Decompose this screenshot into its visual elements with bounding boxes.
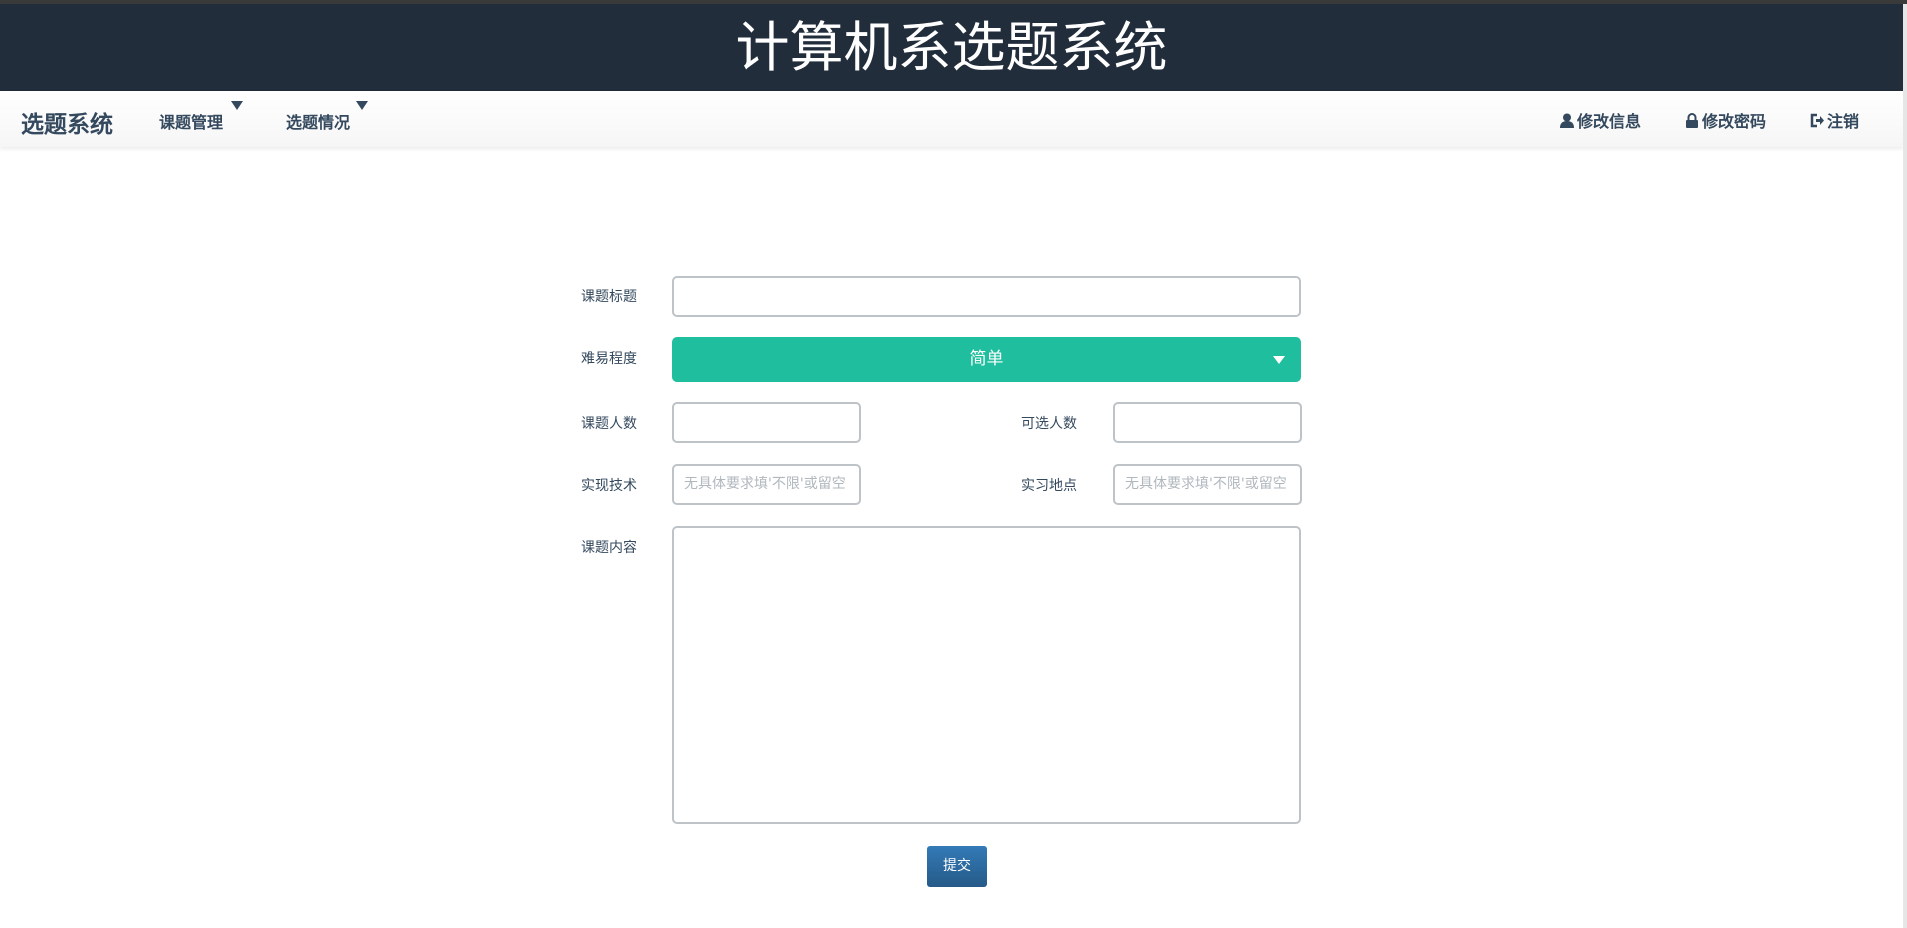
caret-down-icon <box>356 101 368 110</box>
edit-info-link[interactable]: 修改信息 <box>1560 108 1641 132</box>
technology-input[interactable]: 无具体要求填'不限'或留空 <box>672 464 861 505</box>
location-input[interactable]: 无具体要求填'不限'或留空 <box>1113 464 1302 505</box>
difficulty-select[interactable]: 简单 <box>672 337 1301 382</box>
lock-icon <box>1685 112 1699 128</box>
nav-selection-status[interactable]: 选题情况 <box>286 101 368 133</box>
change-password-link[interactable]: 修改密码 <box>1685 108 1766 132</box>
change-password-label: 修改密码 <box>1702 112 1767 131</box>
edit-info-label: 修改信息 <box>1577 112 1642 131</box>
content-label: 课题内容 <box>581 540 637 556</box>
nav-topic-management[interactable]: 课题管理 <box>159 101 243 133</box>
location-label: 实习地点 <box>1021 478 1077 494</box>
logout-icon <box>1810 113 1824 128</box>
nav-item-label: 课题管理 <box>159 113 224 132</box>
navbar: 选题系统 课题管理 选题情况 修改信息 修改密码 注销 <box>0 91 1903 147</box>
topic-title-input[interactable] <box>672 276 1301 317</box>
selectable-count-input[interactable] <box>1113 402 1302 443</box>
logout-link[interactable]: 注销 <box>1810 108 1859 132</box>
difficulty-label: 难易程度 <box>581 351 637 367</box>
difficulty-value: 简单 <box>969 349 1004 369</box>
caret-down-icon <box>231 101 243 110</box>
nav-brand[interactable]: 选题系统 <box>21 105 113 139</box>
topic-count-input[interactable] <box>672 402 861 443</box>
selectable-count-label: 可选人数 <box>1021 416 1077 432</box>
submit-button[interactable]: 提交 <box>927 846 987 887</box>
caret-down-icon <box>1273 356 1285 364</box>
content-textarea[interactable] <box>672 526 1301 824</box>
topic-title-label: 课题标题 <box>581 289 637 305</box>
site-title: 计算机系选题系统 <box>735 16 1168 79</box>
nav-item-label: 选题情况 <box>286 113 351 132</box>
scrollbar[interactable] <box>1903 4 1907 928</box>
technology-label: 实现技术 <box>581 478 637 494</box>
user-icon <box>1560 113 1574 128</box>
page-header: 计算机系选题系统 <box>0 4 1903 91</box>
logout-label: 注销 <box>1827 112 1860 131</box>
topic-count-label: 课题人数 <box>581 416 637 432</box>
